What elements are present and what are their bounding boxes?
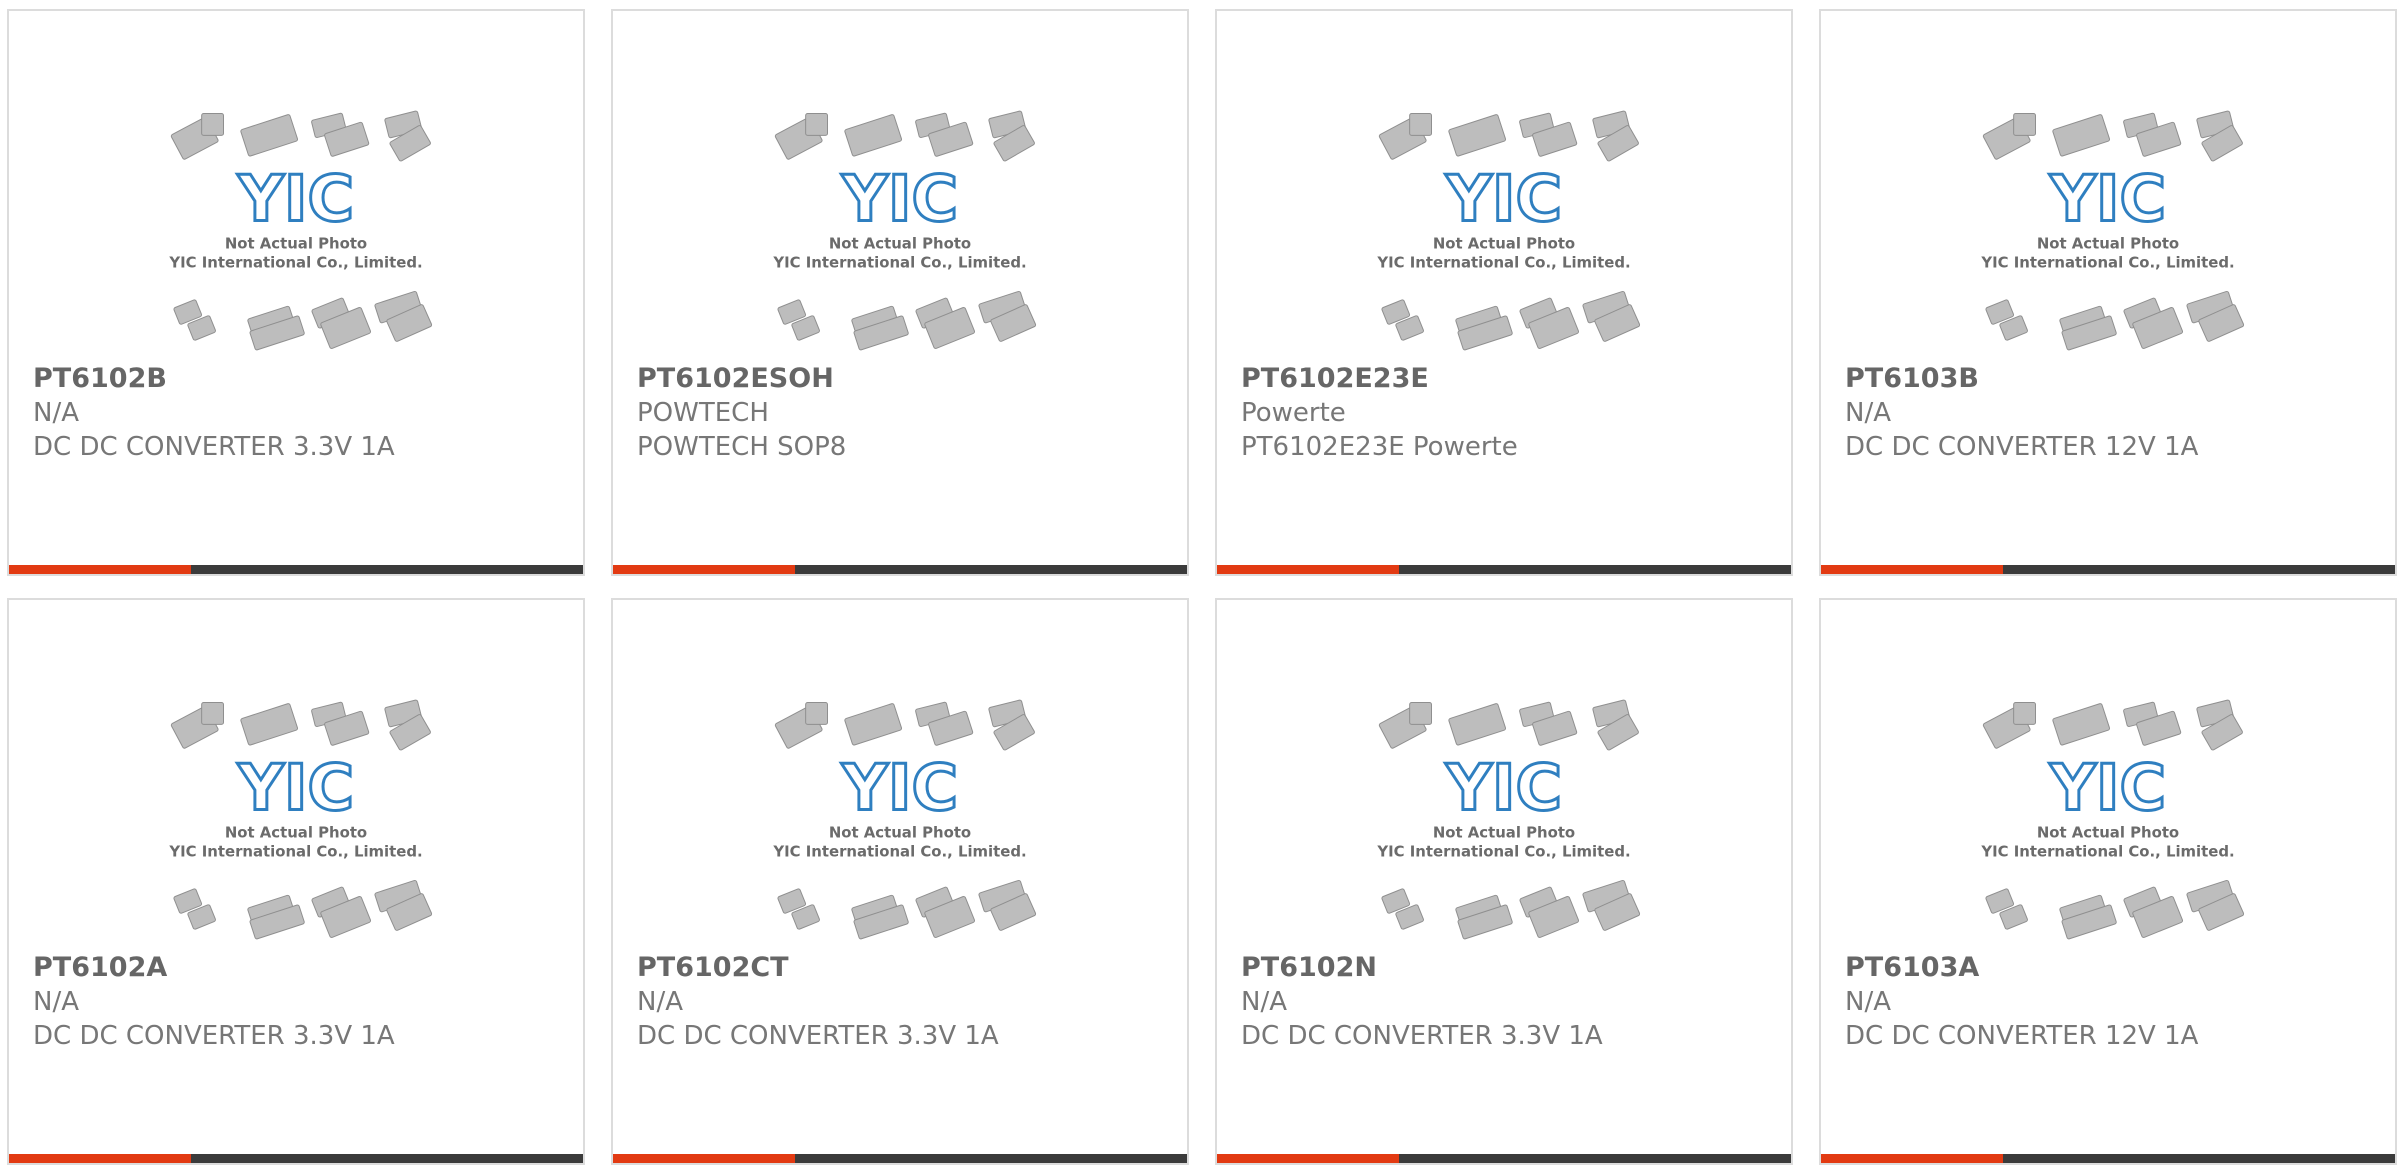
company-name-text: YIC International Co., Limited. — [168, 842, 422, 860]
product-info: PT6103A N/A DC DC CONVERTER 12V 1A — [1845, 950, 2379, 1053]
product-image[interactable]: YIC Not Actual Photo YIC International Co.… — [613, 11, 1187, 351]
card-bottom-bar — [9, 565, 583, 574]
chip-placeholder-image: YICNot Actual PhotoYIC International Co.… — [1376, 699, 1641, 940]
product-image[interactable]: YIC Not Actual Photo YIC International Co.… — [613, 600, 1187, 940]
manufacturer: Powerte — [1241, 398, 1346, 428]
product-card[interactable]: YIC Not Actual Photo YIC International Co.… — [1215, 9, 1793, 576]
manufacturer: N/A — [1241, 987, 1287, 1017]
product-image[interactable]: YIC Not Actual Photo YIC International Co.… — [1217, 600, 1791, 940]
card-bottom-bar — [613, 565, 1187, 574]
card-accent-bar — [9, 1154, 191, 1163]
product-card[interactable]: YIC Not Actual Photo YIC International Co.… — [1819, 598, 2397, 1165]
not-actual-photo-text: Not Actual Photo — [1433, 824, 1575, 842]
not-actual-photo-text: Not Actual Photo — [225, 235, 367, 253]
product-info: PT6102ESOH POWTECH POWTECH SOP8 — [637, 361, 1171, 464]
card-accent-bar — [1217, 1154, 1399, 1163]
description: DC DC CONVERTER 3.3V 1A — [1241, 1021, 1603, 1051]
chip-placeholder-image: YICNot Actual PhotoYIC International Co.… — [168, 110, 433, 351]
part-number[interactable]: PT6102CT — [637, 950, 1171, 985]
manufacturer: N/A — [1845, 987, 1891, 1017]
product-card[interactable]: YIC Not Actual Photo YIC International Co.… — [1215, 598, 1793, 1165]
manufacturer: N/A — [637, 987, 683, 1017]
yic-logo: YIC — [237, 751, 354, 825]
manufacturer: N/A — [1845, 398, 1891, 428]
chip-placeholder-image: YICNot Actual PhotoYIC International Co.… — [772, 110, 1037, 351]
not-actual-photo-text: Not Actual Photo — [1433, 235, 1575, 253]
product-card[interactable]: YIC Not Actual Photo YIC International Co.… — [1819, 9, 2397, 576]
chip-placeholder-image: YICNot Actual PhotoYIC International Co.… — [772, 699, 1037, 940]
manufacturer: N/A — [33, 398, 79, 428]
product-info: PT6102CT N/A DC DC CONVERTER 3.3V 1A — [637, 950, 1171, 1053]
chip-placeholder-image: YICNot Actual PhotoYIC International Co.… — [1980, 110, 2245, 351]
description: DC DC CONVERTER 3.3V 1A — [33, 432, 395, 462]
product-card[interactable]: YIC Not Actual Photo YIC International Co.… — [611, 9, 1189, 576]
card-accent-bar — [1821, 565, 2003, 574]
not-actual-photo-text: Not Actual Photo — [2037, 235, 2179, 253]
description: DC DC CONVERTER 12V 1A — [1845, 1021, 2199, 1051]
yic-logo: YIC — [2049, 162, 2166, 236]
product-info: PT6102A N/A DC DC CONVERTER 3.3V 1A — [33, 950, 567, 1053]
product-image[interactable]: YIC Not Actual Photo YIC International Co.… — [9, 600, 583, 940]
description: DC DC CONVERTER 3.3V 1A — [33, 1021, 395, 1051]
not-actual-photo-text: Not Actual Photo — [829, 824, 971, 842]
part-number[interactable]: PT6102A — [33, 950, 567, 985]
company-name-text: YIC International Co., Limited. — [1980, 253, 2234, 271]
card-accent-bar — [1217, 565, 1399, 574]
yic-logo: YIC — [2049, 751, 2166, 825]
card-bottom-bar — [1217, 1154, 1791, 1163]
chip-placeholder-image: YICNot Actual PhotoYIC International Co.… — [1376, 110, 1641, 351]
product-card[interactable]: YIC Not Actual Photo YIC International Co.… — [611, 598, 1189, 1165]
product-card[interactable]: YIC Not Actual Photo YIC International Co.… — [7, 598, 585, 1165]
yic-logo: YIC — [1445, 751, 1562, 825]
company-name-text: YIC International Co., Limited. — [1376, 842, 1630, 860]
card-accent-bar — [1821, 1154, 2003, 1163]
product-info: PT6102N N/A DC DC CONVERTER 3.3V 1A — [1241, 950, 1775, 1053]
part-number[interactable]: PT6102B — [33, 361, 567, 396]
card-accent-bar — [613, 1154, 795, 1163]
product-info: PT6102B N/A DC DC CONVERTER 3.3V 1A — [33, 361, 567, 464]
company-name-text: YIC International Co., Limited. — [168, 253, 422, 271]
description: POWTECH SOP8 — [637, 432, 847, 462]
product-image[interactable]: YIC Not Actual Photo YIC International Co.… — [1821, 11, 2395, 351]
product-grid: YIC Not Actual Photo YIC International Co.… — [0, 0, 2403, 1167]
card-accent-bar — [613, 565, 795, 574]
not-actual-photo-text: Not Actual Photo — [225, 824, 367, 842]
product-image[interactable]: YIC Not Actual Photo YIC International Co.… — [9, 11, 583, 351]
part-number[interactable]: PT6103A — [1845, 950, 2379, 985]
description: DC DC CONVERTER 3.3V 1A — [637, 1021, 999, 1051]
card-bottom-bar — [1821, 565, 2395, 574]
card-bottom-bar — [613, 1154, 1187, 1163]
product-info: PT6102E23E Powerte PT6102E23E Powerte — [1241, 361, 1775, 464]
product-card[interactable]: YIC Not Actual Photo YIC International Co.… — [7, 9, 585, 576]
manufacturer: POWTECH — [637, 398, 769, 428]
part-number[interactable]: PT6102ESOH — [637, 361, 1171, 396]
yic-logo: YIC — [841, 162, 958, 236]
yic-logo: YIC — [237, 162, 354, 236]
card-bottom-bar — [1217, 565, 1791, 574]
not-actual-photo-text: Not Actual Photo — [829, 235, 971, 253]
product-info: PT6103B N/A DC DC CONVERTER 12V 1A — [1845, 361, 2379, 464]
part-number[interactable]: PT6102N — [1241, 950, 1775, 985]
company-name-text: YIC International Co., Limited. — [1376, 253, 1630, 271]
part-number[interactable]: PT6102E23E — [1241, 361, 1775, 396]
yic-logo: YIC — [1445, 162, 1562, 236]
company-name-text: YIC International Co., Limited. — [772, 253, 1026, 271]
description: PT6102E23E Powerte — [1241, 432, 1518, 462]
description: DC DC CONVERTER 12V 1A — [1845, 432, 2199, 462]
not-actual-photo-text: Not Actual Photo — [2037, 824, 2179, 842]
part-number[interactable]: PT6103B — [1845, 361, 2379, 396]
card-accent-bar — [9, 565, 191, 574]
chip-placeholder-image: YICNot Actual PhotoYIC International Co.… — [1980, 699, 2245, 940]
chip-placeholder-image: YICNot Actual PhotoYIC International Co.… — [168, 699, 433, 940]
company-name-text: YIC International Co., Limited. — [1980, 842, 2234, 860]
yic-logo: YIC — [841, 751, 958, 825]
product-image[interactable]: YIC Not Actual Photo YIC International Co.… — [1821, 600, 2395, 940]
manufacturer: N/A — [33, 987, 79, 1017]
card-bottom-bar — [9, 1154, 583, 1163]
product-image[interactable]: YIC Not Actual Photo YIC International Co.… — [1217, 11, 1791, 351]
company-name-text: YIC International Co., Limited. — [772, 842, 1026, 860]
card-bottom-bar — [1821, 1154, 2395, 1163]
